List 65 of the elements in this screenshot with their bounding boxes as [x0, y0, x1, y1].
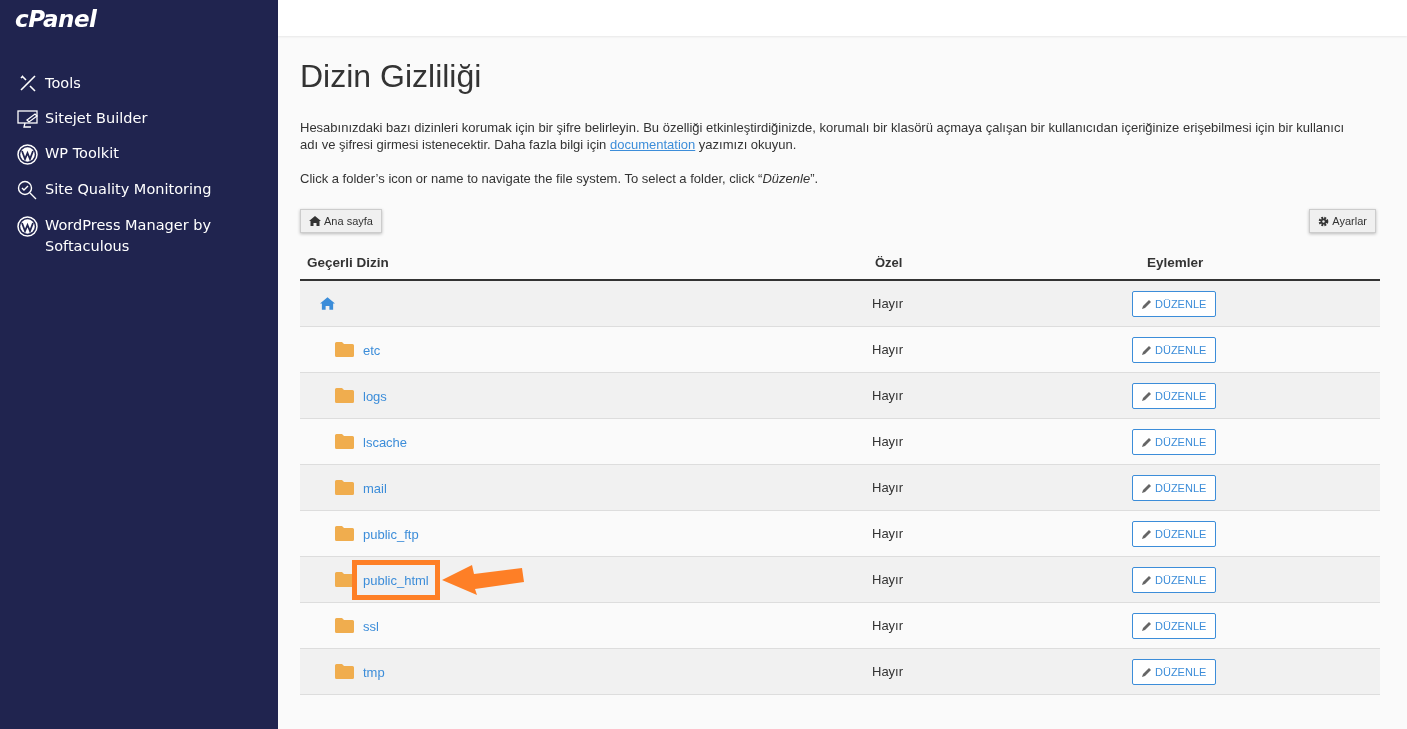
folder-icon[interactable] — [335, 480, 354, 495]
edit-button[interactable]: DÜZENLE — [1132, 658, 1217, 685]
edit-button[interactable]: DÜZENLE — [1132, 474, 1217, 501]
monitor-icon — [16, 109, 39, 129]
folder-link[interactable]: mail — [363, 480, 387, 496]
folder-link[interactable]: lscache — [363, 434, 408, 450]
table-cell-text: Hayır — [871, 526, 905, 541]
pencil-icon — [1142, 344, 1152, 355]
folder-link[interactable]: tmp — [363, 664, 385, 680]
folder-icon[interactable] — [335, 618, 354, 633]
folder-link[interactable]: ssl — [363, 618, 379, 634]
edit-button[interactable]: DÜZENLE — [1132, 612, 1217, 639]
folder-link[interactable]: etc — [363, 342, 381, 358]
edit-button[interactable]: DÜZENLE — [1132, 382, 1217, 409]
table-cell-text: Hayır — [871, 480, 905, 495]
pencil-icon — [1142, 666, 1152, 677]
folder-icon[interactable] — [335, 434, 354, 449]
table-cell-text: Hayır — [871, 664, 905, 679]
wordpress-icon — [17, 216, 38, 237]
pencil-icon — [1142, 528, 1152, 539]
home-icon — [309, 216, 321, 226]
table-cell-text: Hayır — [871, 296, 905, 311]
folder-link[interactable]: logs — [363, 388, 387, 404]
description-text: Hesabınızdaki bazı dizinleri korumak için bir şifre belirleyin. Bu özelliği etkinleştirdiğinizde, korumalı bir klasörü açmaya çalışan bir kullanıcıdan içeriğinize erişebilmesi için bir kullanıcı adı ve şifresi girmesi istenecektir. Daha fazla bilgi için documentation yazımızı okuyun. — [300, 119, 1346, 153]
folder-icon[interactable] — [335, 526, 354, 541]
edit-button[interactable]: DÜZENLE — [1132, 290, 1217, 317]
column-header: Eylemler — [1145, 254, 1205, 270]
sidebar-item[interactable]: Tools — [0, 73, 278, 94]
home-button[interactable]: Ana sayfa — [300, 209, 382, 233]
folder-icon[interactable] — [335, 342, 354, 357]
table-cell-text: Hayır — [871, 388, 905, 403]
wordpress-icon — [17, 144, 38, 165]
folder-icon[interactable] — [335, 664, 354, 679]
sidebar-item[interactable]: WordPress Manager by Softaculous — [0, 215, 278, 257]
pencil-icon — [1142, 574, 1152, 585]
folder-icon[interactable] — [335, 388, 354, 403]
table-cell-text: Hayır — [871, 434, 905, 449]
sidebar-item[interactable]: WP Toolkit — [0, 143, 278, 165]
folder-link[interactable]: public_ftp — [363, 526, 419, 542]
edit-button[interactable]: DÜZENLE — [1132, 520, 1217, 547]
sidebar-item[interactable]: Site Quality Monitoring — [0, 179, 278, 201]
table-cell-text: Hayır — [871, 618, 905, 633]
table-cell-text: Hayır — [871, 342, 905, 357]
search-icon — [17, 180, 38, 201]
pencil-icon — [1142, 620, 1152, 631]
edit-button[interactable]: DÜZENLE — [1132, 566, 1217, 593]
home-icon[interactable] — [320, 297, 335, 310]
sidebar-item[interactable]: Sitejet Builder — [0, 108, 278, 129]
edit-button[interactable]: DÜZENLE — [1132, 428, 1217, 455]
column-header: Özel — [873, 254, 904, 270]
hint-text: Click a folder’s icon or name to navigate the file system. To select a folder, click “Düzenle”. — [300, 170, 820, 187]
page-title: Dizin Gizliliği — [300, 58, 482, 95]
pencil-icon — [1142, 482, 1152, 493]
logo[interactable]: cPanel — [0, 0, 97, 56]
tools-icon — [18, 74, 37, 92]
column-header: Geçerli Dizin — [306, 254, 390, 270]
pencil-icon — [1142, 390, 1152, 401]
documentation-link[interactable]: documentation — [609, 137, 696, 152]
pencil-icon — [1142, 436, 1152, 447]
pencil-icon — [1142, 298, 1152, 309]
edit-button[interactable]: DÜZENLE — [1132, 336, 1217, 363]
table-cell-text: Hayır — [871, 572, 905, 587]
settings-button[interactable]: Ayarlar — [1309, 209, 1376, 233]
settings-icon — [1318, 215, 1330, 227]
folder-link[interactable]: public_html — [363, 572, 429, 588]
